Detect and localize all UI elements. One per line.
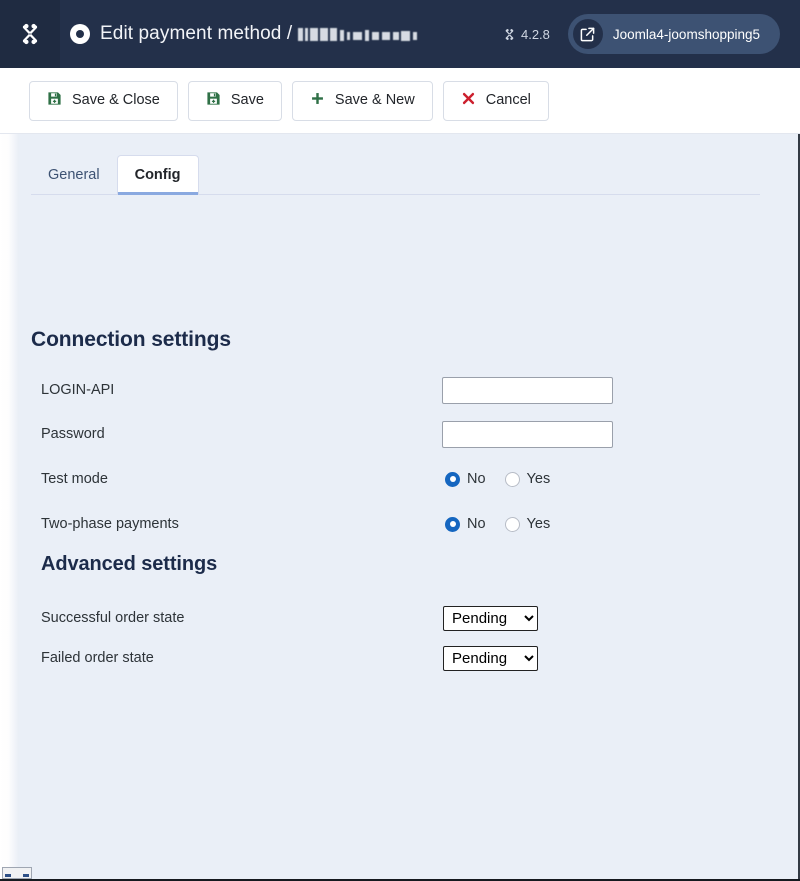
external-link-icon [572, 19, 603, 49]
successful-order-state-label: Successful order state [41, 610, 185, 626]
failed-order-state-label: Failed order state [41, 650, 154, 666]
test-mode-radio-group: No Yes [445, 471, 550, 487]
fragment-mark-right [23, 874, 29, 877]
field-row-test-mode: Test mode No Yes [41, 468, 741, 490]
password-label: Password [41, 426, 105, 442]
left-gutter [0, 134, 19, 881]
save-label: Save [230, 92, 264, 109]
joomla-version: 4.2.8 [503, 27, 550, 42]
save-floppy-icon [206, 91, 221, 110]
two-phase-payments-label: Two-phase payments [41, 516, 179, 532]
plus-icon [310, 91, 325, 110]
field-row-failed-order-state: Failed order state Pending [41, 645, 741, 671]
password-input[interactable] [442, 420, 613, 448]
test-mode-no-label: No [467, 471, 486, 487]
radio-selected-icon [445, 471, 460, 487]
joomla-logo-button[interactable] [0, 0, 60, 68]
field-row-two-phase-payments: Two-phase payments No Yes [41, 513, 741, 535]
test-mode-option-yes[interactable]: Yes [504, 471, 551, 487]
bottom-left-fragment [2, 867, 32, 879]
editor-toolbar: Save & Close Save Save & New Cancel [0, 68, 800, 134]
connection-settings-heading: Connection settings [31, 328, 231, 351]
advanced-settings-heading: Advanced settings [41, 553, 218, 575]
cancel-label: Cancel [485, 92, 531, 109]
close-x-icon [461, 91, 476, 110]
page-title: Edit payment method / [100, 23, 293, 44]
admin-header-bar: Edit payment method / 4.2.8 Joomla4-joom… [0, 0, 800, 68]
field-row-password: Password [41, 420, 741, 448]
redacted-title-text [296, 26, 422, 43]
test-mode-option-no[interactable]: No [445, 471, 486, 487]
login-api-control [442, 376, 613, 404]
tab-general-label: General [48, 166, 100, 183]
fragment-mark-left [5, 874, 11, 877]
failed-order-state-select[interactable]: Pending [443, 645, 538, 671]
password-control [442, 420, 613, 448]
save-close-button[interactable]: Save & Close [29, 80, 178, 121]
radio-unselected-icon [504, 471, 520, 487]
successful-order-state-control: Pending [443, 605, 538, 631]
record-dot-icon [70, 24, 90, 44]
failed-order-state-control: Pending [443, 645, 538, 671]
header-right-group: 4.2.8 Joomla4-joomshopping5 [503, 14, 800, 54]
tab-config-label: Config [134, 167, 181, 183]
tab-general[interactable]: General [31, 155, 117, 194]
edit-form-content: General Config Connection settings LOGIN… [0, 134, 800, 881]
form-tabs: General Config [31, 155, 760, 195]
cancel-button[interactable]: Cancel [442, 80, 549, 121]
two-phase-radio-group: No Yes [445, 516, 550, 532]
test-mode-label: Test mode [41, 471, 108, 487]
two-phase-option-yes[interactable]: Yes [504, 516, 551, 532]
successful-order-state-select[interactable]: Pending [443, 605, 538, 631]
joomla-version-label: 4.2.8 [520, 26, 550, 42]
field-row-login-api: LOGIN-API [41, 376, 741, 404]
save-close-label: Save & Close [72, 92, 160, 109]
save-new-button[interactable]: Save & New [291, 80, 433, 121]
tab-config[interactable]: Config [116, 155, 199, 195]
test-mode-control: No Yes [445, 471, 550, 487]
save-new-label: Save & New [334, 92, 415, 109]
two-phase-no-label: No [467, 516, 486, 532]
radio-unselected-icon [504, 516, 520, 532]
joomla-mini-icon [505, 28, 514, 40]
two-phase-payments-control: No Yes [445, 516, 550, 532]
site-preview-link[interactable]: Joomla4-joomshopping5 [567, 14, 780, 54]
login-api-label: LOGIN-API [41, 382, 115, 398]
login-api-input[interactable] [442, 376, 613, 404]
field-row-successful-order-state: Successful order state Pending [41, 605, 741, 631]
test-mode-yes-label: Yes [526, 471, 551, 487]
two-phase-option-no[interactable]: No [445, 516, 486, 532]
two-phase-yes-label: Yes [526, 516, 551, 532]
save-floppy-icon [47, 91, 62, 110]
save-button[interactable]: Save [187, 80, 282, 121]
page-title-group: Edit payment method / [70, 23, 422, 45]
joomla-logo-icon [22, 23, 38, 45]
joomla-admin-window: Edit payment method / 4.2.8 Joomla4-joom… [0, 0, 800, 881]
site-name-label: Joomla4-joomshopping5 [612, 26, 760, 42]
radio-selected-icon [445, 516, 460, 532]
